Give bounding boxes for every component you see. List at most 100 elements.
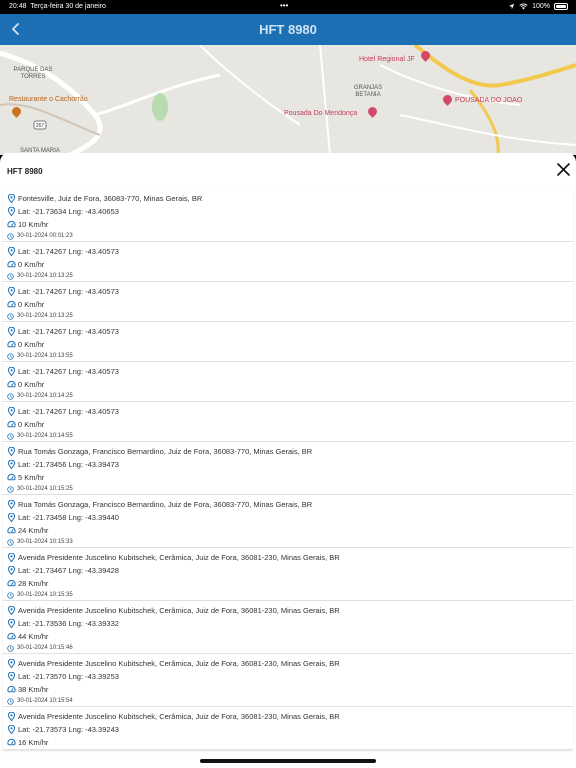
map-pin-icon	[7, 725, 16, 734]
record-address-text: Avenida Presidente Juscelino Kubitschek,…	[18, 712, 340, 721]
map-pin-icon	[7, 407, 16, 416]
history-record[interactable]: Lat: -21.74267 Lng: -43.40573 0 Km/hr 30-0…	[3, 362, 573, 402]
record-speed: 0 Km/hr	[7, 258, 569, 271]
home-indicator[interactable]	[200, 759, 376, 763]
record-address: Avenida Presidente Juscelino Kubitschek,…	[7, 604, 569, 617]
record-address-text: Fontesville, Juiz de Fora, 36083-770, Mi…	[18, 194, 203, 203]
record-time-text: 30-01-2024 10:13:25	[17, 273, 73, 279]
record-speed: 5 Km/hr	[7, 471, 569, 484]
record-speed: 0 Km/hr	[7, 338, 569, 351]
record-time-text: 30-01-2024 10:15:33	[17, 539, 73, 545]
record-coords: Lat: -21.73456 Lng: -43.39473	[7, 458, 569, 471]
history-record[interactable]: Lat: -21.74267 Lng: -43.40573 0 Km/hr 30-0…	[3, 402, 573, 442]
record-speed-text: 0 Km/hr	[18, 340, 45, 349]
record-address-text: Avenida Presidente Juscelino Kubitschek,…	[18, 553, 340, 562]
poi-hotel[interactable]: Hotel Regional JF	[359, 56, 415, 63]
location-arrow-icon	[508, 3, 515, 10]
map-pin-icon	[7, 247, 16, 256]
record-speed-text: 0 Km/hr	[18, 380, 45, 389]
record-speed: 10 Km/hr	[7, 218, 569, 231]
record-time-text: 30-01-2024 00:01:23	[17, 233, 73, 239]
map-pin-icon	[7, 460, 16, 469]
history-record[interactable]: Rua Tomás Gonzaga, Francisco Bernardino,…	[3, 442, 573, 495]
map-pin-icon	[7, 287, 16, 296]
speedometer-icon	[7, 738, 16, 746]
record-speed: 38 Km/hr	[7, 683, 569, 696]
battery-icon	[554, 3, 568, 10]
record-coords-text: Lat: -21.74267 Lng: -43.40573	[18, 367, 119, 376]
history-record[interactable]: Lat: -21.74267 Lng: -43.40573 0 Km/hr 30-0…	[3, 282, 573, 322]
map-label-parque: PARQUE DAS TORRES	[13, 67, 53, 80]
map-view[interactable]: 267 PARQUE DAS TORRES GRANJAS BETANIA SA…	[0, 45, 576, 155]
history-list[interactable]: Fontesville, Juiz de Fora, 36083-770, Mi…	[0, 189, 576, 750]
record-speed-text: 5 Km/hr	[18, 473, 45, 482]
speedometer-icon	[7, 685, 16, 693]
record-time: 30-01-2024 10:15:54	[7, 696, 569, 706]
sheet-title: HFT 8980	[7, 167, 43, 176]
record-address-text: Rua Tomás Gonzaga, Francisco Bernardino,…	[18, 500, 313, 509]
status-indicators: 100%	[508, 3, 568, 10]
record-speed-text: 38 Km/hr	[18, 685, 49, 694]
close-icon[interactable]	[556, 162, 571, 177]
poi-pousada-mendonca[interactable]: Pousada Do Mendonça	[284, 110, 357, 117]
record-speed: 0 Km/hr	[7, 298, 569, 311]
map-pin-icon	[7, 513, 16, 522]
record-time: 30-01-2024 10:15:35	[7, 590, 569, 600]
record-address: Avenida Presidente Juscelino Kubitschek,…	[7, 710, 569, 723]
poi-pousada-joao[interactable]: POUSADA DO JOAO	[455, 97, 522, 104]
multitask-dots[interactable]: •••	[280, 1, 288, 10]
record-time-text: 30-01-2024 10:15:25	[17, 486, 73, 492]
record-coords-text: Lat: -21.73536 Lng: -43.39332	[18, 619, 119, 628]
history-record[interactable]: Avenida Presidente Juscelino Kubitschek,…	[3, 707, 573, 750]
record-coords: Lat: -21.73458 Lng: -43.39440	[7, 511, 569, 524]
nav-title: HFT 8980	[259, 22, 317, 37]
speedometer-icon	[7, 300, 16, 308]
history-record[interactable]: Fontesville, Juiz de Fora, 36083-770, Mi…	[3, 189, 573, 242]
history-record[interactable]: Lat: -21.74267 Lng: -43.40573 0 Km/hr 30-0…	[3, 242, 573, 282]
map-pin-icon	[7, 327, 16, 336]
clock-icon	[7, 312, 14, 320]
record-coords: Lat: -21.73634 Lng: -43.40653	[7, 205, 569, 218]
record-speed-text: 44 Km/hr	[18, 632, 49, 641]
history-record[interactable]: Rua Tomás Gonzaga, Francisco Bernardino,…	[3, 495, 573, 548]
record-coords-text: Lat: -21.74267 Lng: -43.40573	[18, 327, 119, 336]
record-coords: Lat: -21.73570 Lng: -43.39253	[7, 670, 569, 683]
record-coords-text: Lat: -21.73570 Lng: -43.39253	[18, 672, 119, 681]
record-time: 30-01-2024 10:14:25	[7, 391, 569, 401]
record-time-text: 30-01-2024 10:13:25	[17, 313, 73, 319]
record-time-text: 30-01-2024 10:15:54	[17, 698, 73, 704]
history-record[interactable]: Avenida Presidente Juscelino Kubitschek,…	[3, 601, 573, 654]
speedometer-icon	[7, 473, 16, 481]
record-speed: 0 Km/hr	[7, 378, 569, 391]
record-address: Fontesville, Juiz de Fora, 36083-770, Mi…	[7, 192, 569, 205]
history-sheet: HFT 8980 Fontesville, Juiz de Fora, 3608…	[0, 153, 576, 768]
map-label-granjas: GRANJAS BETANIA	[353, 85, 383, 98]
map-pin-icon	[7, 712, 16, 721]
history-record[interactable]: Lat: -21.74267 Lng: -43.40573 0 Km/hr 30-0…	[3, 322, 573, 362]
record-time-text: 30-01-2024 10:14:25	[17, 393, 73, 399]
record-speed-text: 10 Km/hr	[18, 220, 49, 229]
history-record[interactable]: Avenida Presidente Juscelino Kubitschek,…	[3, 654, 573, 707]
record-time: 30-01-2024 10:15:46	[7, 643, 569, 653]
map-pin-icon	[7, 659, 16, 668]
speedometer-icon	[7, 220, 16, 228]
status-bar: 20:48 Terça-feira 30 de janeiro ••• 100%	[0, 0, 576, 14]
record-address: Avenida Presidente Juscelino Kubitschek,…	[7, 657, 569, 670]
speedometer-icon	[7, 380, 16, 388]
record-time: 30-01-2024 00:01:23	[7, 231, 569, 241]
record-speed: 16 Km/hr	[7, 736, 569, 749]
record-speed: 0 Km/hr	[7, 418, 569, 431]
record-coords-text: Lat: -21.74267 Lng: -43.40573	[18, 407, 119, 416]
record-coords: Lat: -21.74267 Lng: -43.40573	[7, 365, 569, 378]
record-time-text: 30-01-2024 10:14:55	[17, 433, 73, 439]
record-address-text: Rua Tomás Gonzaga, Francisco Bernardino,…	[18, 447, 313, 456]
record-time: 30-01-2024 10:13:25	[7, 271, 569, 281]
poi-restaurante[interactable]: Restaurante o Cachorrão	[9, 96, 88, 103]
map-pin-icon	[7, 447, 16, 456]
speedometer-icon	[7, 260, 16, 268]
record-coords-text: Lat: -21.73634 Lng: -43.40653	[18, 207, 119, 216]
record-time: 30-01-2024 10:13:55	[7, 351, 569, 361]
record-coords: Lat: -21.74267 Lng: -43.40573	[7, 245, 569, 258]
history-record[interactable]: Avenida Presidente Juscelino Kubitschek,…	[3, 548, 573, 601]
record-time: 30-01-2024 10:13:25	[7, 311, 569, 321]
